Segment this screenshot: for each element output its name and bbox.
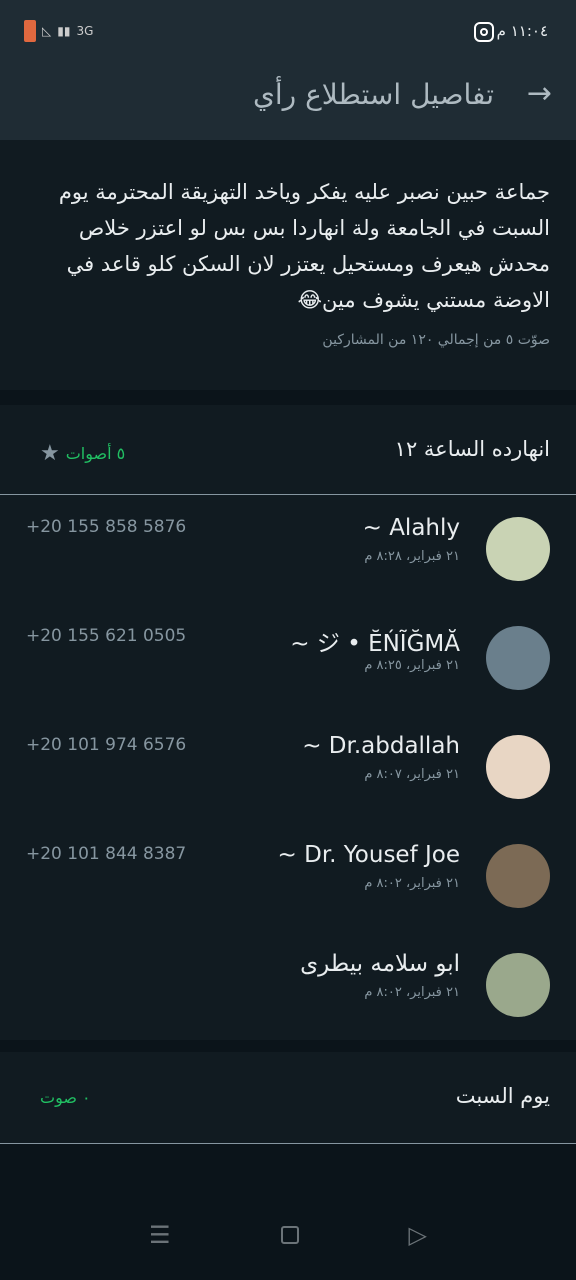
poll-card: جماعة حبين نصبر عليه يفكر ويا‌خد التهزيق… — [0, 140, 576, 390]
battery-icon — [24, 20, 36, 42]
vote-count-label: ٥ أصوات — [65, 444, 126, 463]
voter-phone: +20 155 621 0505 — [26, 626, 187, 646]
vote-count: ٠ صوت — [40, 1088, 91, 1107]
voter-name: ~ Alahly — [362, 515, 460, 541]
vote-date: ٢١ فبراير، ٨:٠٢ م — [364, 985, 460, 1000]
avatar[interactable] — [486, 735, 550, 799]
voter-name: ~ Dr.abdallah — [302, 733, 460, 759]
vote-date: ٢١ فبراير، ٨:٠٧ م — [364, 767, 460, 782]
voter-row[interactable]: ~ Dr.abdallah ٢١ فبراير، ٨:٠٧ م +20 101 … — [0, 713, 576, 822]
voter-row[interactable]: ~ Alahly ٢١ فبراير، ٨:٢٨ م +20 155 858 5… — [0, 495, 576, 604]
vote-date: ٢١ فبراير، ٨:٢٥ م — [364, 658, 460, 673]
signal-icon: ▮▮ — [57, 24, 71, 38]
home-icon[interactable] — [280, 1226, 299, 1244]
poll-option: انهارده الساعة ١٢ ★ ٥ أصوات ~ Alahly ٢١ ف… — [0, 405, 576, 1040]
avatar[interactable] — [486, 517, 550, 581]
avatar[interactable] — [486, 844, 550, 908]
voter-row[interactable]: ~ ジ • ĔŃĨĞMĂ ٢١ فبراير، ٨:٢٥ م +20 155 6… — [0, 604, 576, 713]
voter-phone: +20 101 974 6576 — [26, 735, 187, 755]
clock: ١١:٠٤ م — [496, 22, 548, 40]
option-header: يوم السبت ٠ صوت — [0, 1052, 576, 1144]
avatar[interactable] — [486, 953, 550, 1017]
poll-option: يوم السبت ٠ صوت — [0, 1052, 576, 1144]
vote-count: ★ ٥ أصوات — [40, 441, 125, 466]
back-arrow-icon[interactable]: → — [527, 76, 552, 111]
vote-date: ٢١ فبراير، ٨:٠٢ م — [364, 876, 460, 891]
voter-row[interactable]: ابو سلامه بيطرى ٢١ فبراير، ٨:٠٢ م — [0, 931, 576, 1040]
status-bar: ١١:٠٤ م ◺ ▮▮ 3G — [0, 0, 576, 58]
back-icon[interactable]: ▷ — [409, 1221, 427, 1249]
instagram-icon — [474, 22, 494, 42]
poll-summary: صوّت ٥ من إجمالي ١٢٠ من المشاركين — [322, 332, 550, 348]
voter-name: ابو سلامه بيطرى — [300, 951, 460, 977]
wifi-icon: ◺ — [42, 24, 52, 38]
option-label: انهارده الساعة ١٢ — [394, 437, 550, 461]
star-icon[interactable]: ★ — [40, 441, 60, 466]
option-header: انهارده الساعة ١٢ ★ ٥ أصوات — [0, 405, 576, 495]
system-icons: ◺ ▮▮ 3G — [24, 20, 93, 42]
avatar[interactable] — [486, 626, 550, 690]
voter-row[interactable]: ~ Dr. Yousef Joe ٢١ فبراير، ٨:٠٢ م +20 1… — [0, 822, 576, 931]
poll-question: جماعة حبين نصبر عليه يفكر ويا‌خد التهزيق… — [58, 180, 550, 312]
voter-name: ~ ジ • ĔŃĨĞMĂ — [290, 631, 460, 657]
option-label: يوم السبت — [455, 1084, 550, 1108]
voter-name: ~ Dr. Yousef Joe — [277, 842, 460, 868]
system-nav-bar: ☰ ▷ — [0, 1190, 576, 1280]
voter-phone: +20 101 844 8387 — [26, 844, 187, 864]
page-title: تفاصيل استطلاع رأي — [252, 78, 494, 111]
menu-icon[interactable]: ☰ — [149, 1221, 171, 1249]
network-type: 3G — [76, 24, 94, 38]
vote-date: ٢١ فبراير، ٨:٢٨ م — [364, 549, 460, 564]
voter-phone: +20 155 858 5876 — [26, 517, 187, 537]
app-header: → تفاصيل استطلاع رأي — [0, 58, 576, 140]
